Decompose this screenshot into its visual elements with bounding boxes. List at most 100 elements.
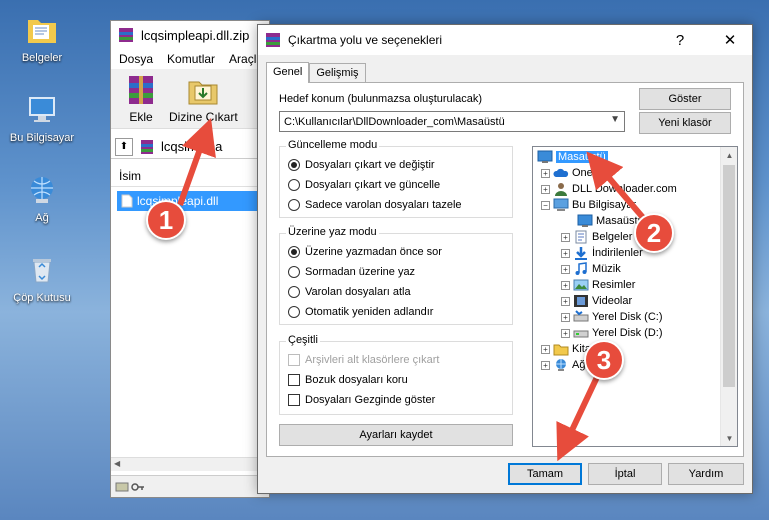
misc-group: Çeşitli Arşivleri alt klasörlere çıkart … <box>279 334 513 415</box>
folder-tree[interactable]: Masaüstü + OneDr + DLL Downloader.com − … <box>532 146 738 447</box>
expand-icon[interactable]: + <box>561 280 570 290</box>
overwrite-option-rename[interactable]: Otomatik yeniden adlandır <box>288 306 433 318</box>
scroll-left-icon[interactable]: ◀ <box>114 459 120 468</box>
tree-node-network[interactable]: + Ağ <box>541 357 585 373</box>
library-icon <box>553 344 569 356</box>
scrollbar-thumb[interactable] <box>723 165 735 387</box>
user-icon <box>555 183 567 196</box>
expand-icon[interactable]: + <box>561 312 570 322</box>
radio-button[interactable] <box>288 159 300 171</box>
extract-to-button[interactable]: Dizine Çıkart <box>169 72 238 128</box>
target-path-combo[interactable]: C:\Kullanıcılar\DllDownloader_com\Masaüs… <box>279 111 625 132</box>
winrar-icon <box>119 28 133 42</box>
overwrite-option-ask[interactable]: Üzerine yazmadan önce sor <box>288 246 442 258</box>
update-option-freshen[interactable]: Sadece varolan dosyaları tazele <box>288 199 462 211</box>
overwrite-option-skip[interactable]: Varolan dosyaları atla <box>288 286 411 298</box>
dialog-tabs: Genel Gelişmiş <box>266 61 366 83</box>
collapse-icon[interactable]: − <box>541 200 550 210</box>
expand-icon[interactable]: + <box>541 360 550 370</box>
tree-node-music[interactable]: + Müzik <box>561 261 621 277</box>
scroll-up-icon[interactable]: ▲ <box>721 147 737 163</box>
tree-node-videos[interactable]: + Videolar <box>561 293 632 309</box>
misc-title: Çeşitli <box>286 334 320 346</box>
overwrite-option-without-prompt[interactable]: Sormadan üzerine yaz <box>288 266 415 278</box>
add-button[interactable]: Ekle <box>121 72 161 128</box>
help-title-button[interactable]: ? <box>658 25 702 55</box>
radio-button[interactable] <box>288 266 300 278</box>
node-label: DLL Downloader.com <box>572 183 677 195</box>
expand-icon[interactable]: + <box>541 344 550 354</box>
target-path-value: C:\Kullanıcılar\DllDownloader_com\Masaüs… <box>284 115 505 128</box>
file-row[interactable]: lcqsimpleapi.dll <box>117 191 265 211</box>
tree-node-onedrive[interactable]: + OneDr <box>541 165 604 181</box>
tree-node-desktop[interactable]: Masaüstü <box>537 149 608 165</box>
expand-icon[interactable]: + <box>541 184 550 194</box>
tree-node-user[interactable]: + DLL Downloader.com <box>541 181 677 197</box>
tab-advanced[interactable]: Gelişmiş <box>309 63 366 82</box>
desktop-icon-network[interactable]: Ağ <box>4 172 80 224</box>
radio-button[interactable] <box>288 306 300 318</box>
tree-node-pictures[interactable]: + Resimler <box>561 277 635 293</box>
chevron-down-icon[interactable]: ▼ <box>610 114 620 125</box>
ok-button[interactable]: Tamam <box>508 463 582 485</box>
scroll-down-icon[interactable]: ▼ <box>721 430 737 446</box>
horizontal-scrollbar[interactable]: ◀ <box>111 457 269 471</box>
misc-option-keep-broken[interactable]: Bozuk dosyaları koru <box>288 374 408 386</box>
tree-vertical-scrollbar[interactable]: ▲ ▼ <box>720 147 737 446</box>
misc-option-show-in-explorer[interactable]: Dosyaları Gezginde göster <box>288 394 435 406</box>
radio-button[interactable] <box>288 286 300 298</box>
overwrite-mode-title: Üzerine yaz modu <box>286 226 379 238</box>
option-label: Otomatik yeniden adlandır <box>305 306 434 318</box>
up-folder-icon[interactable]: ⬆ <box>115 137 133 156</box>
expand-icon[interactable]: + <box>561 328 570 338</box>
new-folder-button[interactable]: Yeni klasör <box>639 112 731 134</box>
expand-icon[interactable]: + <box>561 248 570 258</box>
show-button[interactable]: Göster <box>639 88 731 110</box>
winrar-icon <box>266 33 280 47</box>
column-header-label: İsim <box>119 168 141 183</box>
expand-icon[interactable]: + <box>561 264 570 274</box>
option-label: Dosyaları Gezginde göster <box>305 394 436 406</box>
close-button[interactable]: ✕ <box>708 25 752 55</box>
column-header-name[interactable]: İsim <box>111 165 269 187</box>
update-option-replace[interactable]: Dosyaları çıkart ve değiştir <box>288 159 435 171</box>
radio-button[interactable] <box>288 246 300 258</box>
checkbox[interactable] <box>288 374 300 386</box>
general-tab-panel: Hedef konum (bulunmazsa oluşturulacak) C… <box>266 82 744 457</box>
tree-node-this-pc[interactable]: − Bu Bilgisayar <box>541 197 636 213</box>
cancel-button[interactable]: İptal <box>588 463 662 485</box>
checkbox <box>288 354 300 366</box>
node-label: Videolar <box>592 295 633 307</box>
expand-icon[interactable]: + <box>561 232 570 242</box>
checkbox[interactable] <box>288 394 300 406</box>
desktop-icon-this-pc[interactable]: Bu Bilgisayar <box>4 92 80 144</box>
expand-icon[interactable]: + <box>561 296 570 306</box>
dialog-titlebar[interactable]: Çıkartma yolu ve seçenekleri ? ✕ <box>258 25 752 55</box>
desktop-icon-recycle-bin[interactable]: Çöp Kutusu <box>4 252 80 304</box>
node-label: İndirilenler <box>592 247 643 259</box>
help-button[interactable]: Yardım <box>668 463 744 485</box>
add-archive-icon <box>129 76 153 104</box>
update-option-update[interactable]: Dosyaları çıkart ve güncelle <box>288 179 440 191</box>
save-settings-button[interactable]: Ayarları kaydet <box>279 424 513 446</box>
radio-button[interactable] <box>288 199 300 211</box>
tree-node-drive-c[interactable]: + Yerel Disk (C:) <box>561 309 663 325</box>
downloads-icon <box>575 247 587 260</box>
desktop-icon-documents[interactable]: Belgeler <box>4 12 80 64</box>
tree-node-downloads[interactable]: + İndirilenler <box>561 245 643 261</box>
tree-node-drive-d[interactable]: + Yerel Disk (D:) <box>561 325 663 341</box>
network-icon <box>556 359 566 371</box>
archive-titlebar[interactable]: lcqsimpleapi.dll.zip <box>111 21 269 49</box>
archive-toolbar: Ekle Dizine Çıkart <box>111 69 269 129</box>
documents-icon <box>575 230 587 244</box>
menu-file[interactable]: Dosya <box>119 52 153 66</box>
videos-icon <box>574 295 588 307</box>
menu-commands[interactable]: Komutlar <box>167 52 215 66</box>
tab-general[interactable]: Genel <box>266 62 310 83</box>
radio-button[interactable] <box>288 179 300 191</box>
update-mode-title: Güncelleme modu <box>286 139 380 151</box>
expand-icon[interactable]: + <box>541 168 550 178</box>
tree-node-pc-desktop[interactable]: Masaüstü <box>577 213 644 229</box>
archive-path[interactable]: lcqsimplea <box>161 139 222 154</box>
tree-node-documents[interactable]: + Belgeler <box>561 229 632 245</box>
